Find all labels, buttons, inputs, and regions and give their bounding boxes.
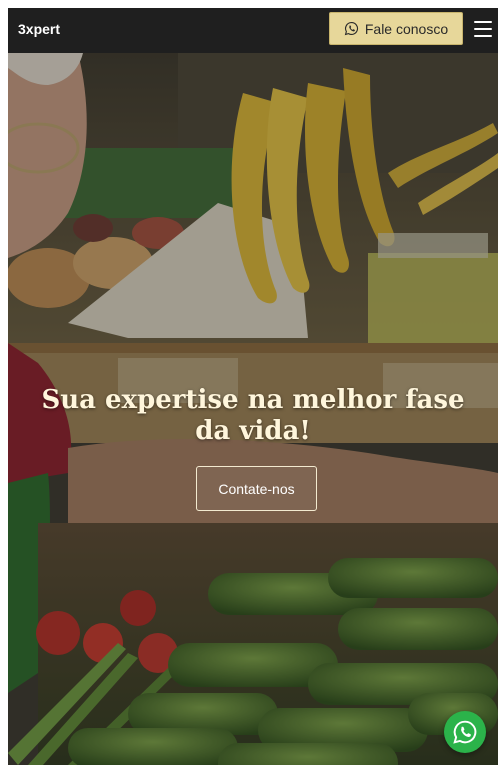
page-frame: 3xpert Fale conosco Sua expertise na mel… [8,8,498,765]
hero-section: Sua expertise na melhor fase da vida! Co… [8,53,498,765]
fale-conosco-label: Fale conosco [364,20,449,37]
contate-nos-button[interactable]: Contate-nos [196,466,317,511]
whatsapp-icon [344,21,358,36]
brand-logo[interactable]: 3xpert [18,21,60,37]
whatsapp-icon [453,720,477,744]
hamburger-menu-icon[interactable] [474,21,492,37]
whatsapp-floating-button[interactable] [444,711,486,753]
top-navigation-bar: 3xpert Fale conosco [8,8,498,53]
fale-conosco-button[interactable]: Fale conosco [329,12,463,45]
hero-headline: Sua expertise na melhor fase da vida! [41,385,465,446]
